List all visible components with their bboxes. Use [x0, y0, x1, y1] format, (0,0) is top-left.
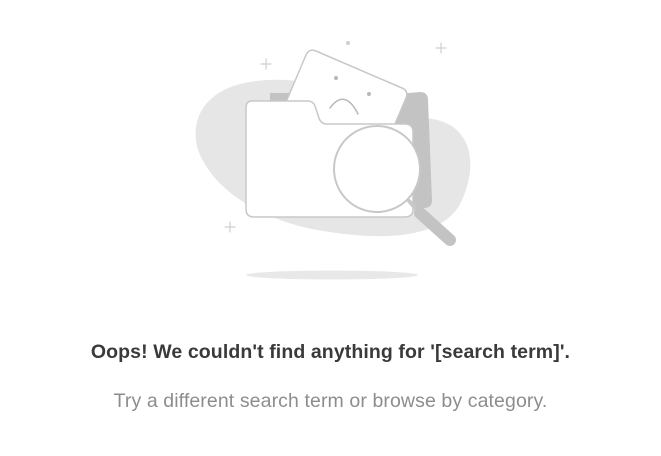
- sparkle-dot-icon: [346, 41, 350, 45]
- empty-state-heading: Oops! We couldn't find anything for '[se…: [90, 341, 571, 363]
- empty-search-results: Oops! We couldn't find anything for '[se…: [0, 0, 661, 456]
- folder-search-not-found-icon: [195, 41, 471, 280]
- empty-state-subtext: Try a different search term or browse by…: [113, 390, 548, 412]
- ground-shadow: [246, 270, 418, 280]
